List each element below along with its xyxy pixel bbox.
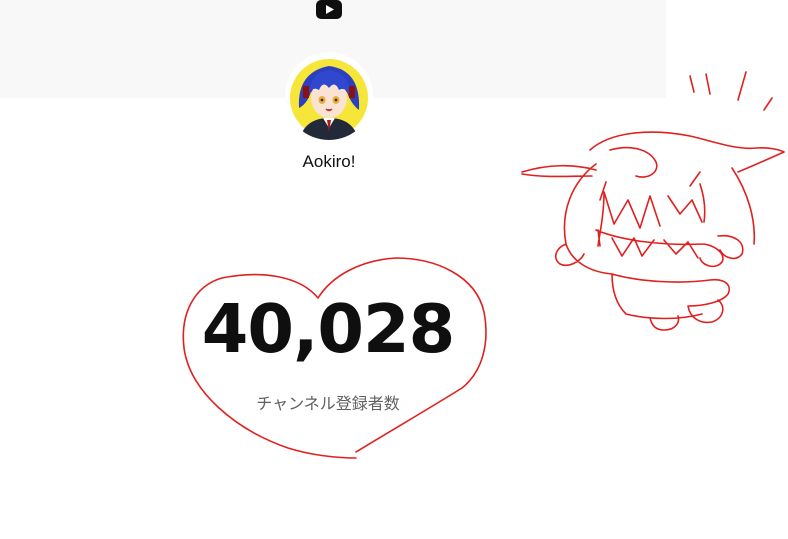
exclaim-doodle [689,71,773,111]
character-doodle [521,131,785,331]
channel-avatar[interactable] [285,52,373,140]
channel-name[interactable]: Aokiro! [229,152,429,172]
youtube-icon[interactable] [316,0,342,19]
avatar-illustration [285,52,373,140]
subscriber-count: 40,028 [201,290,456,368]
subscriber-label: チャンネル登録者数 [256,394,400,413]
